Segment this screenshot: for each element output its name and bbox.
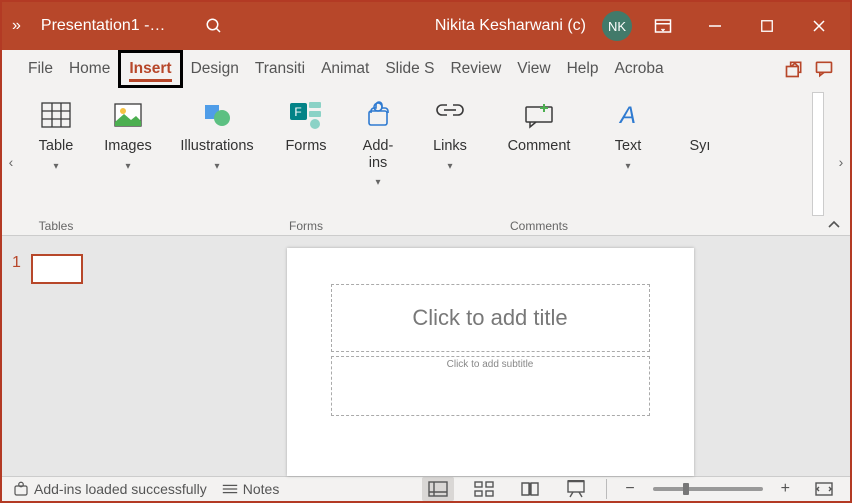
- cmd-text[interactable]: A Text ▾: [592, 94, 664, 172]
- ribbon: ‹ Table ▾ Tables I: [2, 88, 850, 236]
- tab-insert[interactable]: Insert: [118, 50, 182, 88]
- document-title: Presentation1 -…: [41, 17, 166, 35]
- link-icon: [435, 98, 465, 132]
- share-icon[interactable]: [784, 59, 804, 79]
- cmd-comment-label: Comment: [508, 138, 571, 155]
- tab-insert-label: Insert: [129, 60, 171, 78]
- cmd-symbols-label: Syı: [690, 138, 711, 155]
- subtitle-placeholder[interactable]: Click to add subtitle: [331, 356, 650, 416]
- view-normal-button[interactable]: [422, 477, 454, 501]
- ribbon-tabs: File Home Insert Design Transiti Animat …: [2, 50, 850, 88]
- cmd-symbols[interactable]: Syı: [664, 94, 736, 155]
- thumbnail-1[interactable]: 1: [12, 254, 120, 284]
- maximize-button[interactable]: [746, 2, 788, 50]
- tab-home[interactable]: Home: [61, 50, 118, 88]
- tab-slideshow[interactable]: Slide S: [377, 50, 442, 88]
- tab-file[interactable]: File: [20, 50, 61, 88]
- tab-view[interactable]: View: [509, 50, 558, 88]
- textbox-icon: A: [614, 98, 642, 132]
- tab-animations[interactable]: Animat: [313, 50, 377, 88]
- zoom-slider[interactable]: [653, 487, 763, 491]
- chevron-down-icon: ▾: [375, 177, 380, 188]
- ribbon-scroll-left[interactable]: ‹: [2, 88, 20, 236]
- cmd-addins-label: Add- ins: [363, 138, 394, 171]
- cmd-images-label: Images: [104, 138, 152, 155]
- zoom-in-button[interactable]: +: [777, 480, 794, 498]
- user-name: Nikita Kesharwani (c): [435, 17, 586, 35]
- new-comment-icon: [522, 98, 556, 132]
- view-slideshow-button[interactable]: [560, 477, 592, 501]
- ribbon-scroll-right[interactable]: ›: [832, 88, 850, 236]
- cmd-forms-label: Forms: [285, 138, 326, 155]
- cmd-text-label: Text: [615, 138, 642, 155]
- table-icon: [40, 98, 72, 132]
- addins-status[interactable]: Add-ins loaded successfully: [12, 480, 207, 498]
- cmd-addins[interactable]: Add- ins ▾: [342, 94, 414, 188]
- close-button[interactable]: [798, 2, 840, 50]
- titlebar: » Presentation1 -… Nikita Kesharwani (c)…: [2, 2, 850, 50]
- tab-acrobat[interactable]: Acroba: [606, 50, 671, 88]
- thumbnail-number: 1: [12, 254, 21, 272]
- chevron-down-icon: ▾: [625, 161, 630, 172]
- picture-icon: [113, 98, 143, 132]
- search-icon[interactable]: [205, 17, 223, 35]
- slide: Click to add title Click to add subtitle: [287, 248, 694, 476]
- cmd-illustrations[interactable]: Illustrations ▾: [164, 94, 270, 172]
- svg-text:A: A: [618, 102, 636, 129]
- ribbon-display-options-icon[interactable]: [642, 2, 684, 50]
- addins-icon: [364, 98, 392, 132]
- notes-toggle[interactable]: Notes: [221, 481, 280, 497]
- cmd-comment[interactable]: Comment: [486, 94, 592, 155]
- cmd-links[interactable]: Links ▾: [414, 94, 486, 172]
- statusbar: Add-ins loaded successfully Notes − +: [2, 476, 850, 501]
- ribbon-overflow-panel: [812, 92, 824, 216]
- shapes-icon: [201, 98, 233, 132]
- avatar[interactable]: NK: [602, 11, 632, 41]
- group-tables-label: Tables: [20, 216, 92, 236]
- comments-pane-icon[interactable]: [814, 59, 834, 79]
- chevron-down-icon: ▾: [214, 161, 219, 172]
- quickaccess-more-icon[interactable]: »: [12, 17, 21, 35]
- slide-canvas[interactable]: Click to add title Click to add subtitle: [130, 236, 850, 476]
- group-forms-label: Forms: [270, 216, 342, 236]
- addins-status-label: Add-ins loaded successfully: [34, 481, 207, 497]
- tab-review[interactable]: Review: [442, 50, 509, 88]
- cmd-images[interactable]: Images ▾: [92, 94, 164, 172]
- tab-design[interactable]: Design: [183, 50, 247, 88]
- workarea: 1 Click to add title Click to add subtit…: [2, 236, 850, 476]
- cmd-table[interactable]: Table ▾: [20, 94, 92, 172]
- title-placeholder[interactable]: Click to add title: [331, 284, 650, 352]
- zoom-out-button[interactable]: −: [621, 480, 638, 498]
- cmd-forms[interactable]: F Forms: [270, 94, 342, 155]
- notes-label: Notes: [243, 481, 280, 497]
- chevron-down-icon: ▾: [125, 161, 130, 172]
- cmd-links-label: Links: [433, 138, 467, 155]
- group-comments-label: Comments: [486, 216, 592, 236]
- notes-icon: [221, 482, 239, 496]
- view-reading-button[interactable]: [514, 477, 546, 501]
- thumbnail-preview: [31, 254, 83, 284]
- cmd-illustrations-label: Illustrations: [180, 138, 253, 155]
- cmd-table-label: Table: [39, 138, 74, 155]
- zoom-slider-thumb[interactable]: [683, 483, 689, 495]
- view-sorter-button[interactable]: [468, 477, 500, 501]
- minimize-button[interactable]: [694, 2, 736, 50]
- forms-icon: F: [289, 98, 323, 132]
- chevron-down-icon: ▾: [53, 161, 58, 172]
- svg-text:F: F: [294, 105, 301, 119]
- addins-icon: [12, 480, 30, 498]
- tab-transitions[interactable]: Transiti: [247, 50, 313, 88]
- collapse-ribbon-icon[interactable]: [826, 219, 842, 231]
- slide-thumbnails-pane: 1: [2, 236, 130, 476]
- fit-to-window-button[interactable]: [808, 477, 840, 501]
- tab-help[interactable]: Help: [559, 50, 607, 88]
- chevron-down-icon: ▾: [447, 161, 452, 172]
